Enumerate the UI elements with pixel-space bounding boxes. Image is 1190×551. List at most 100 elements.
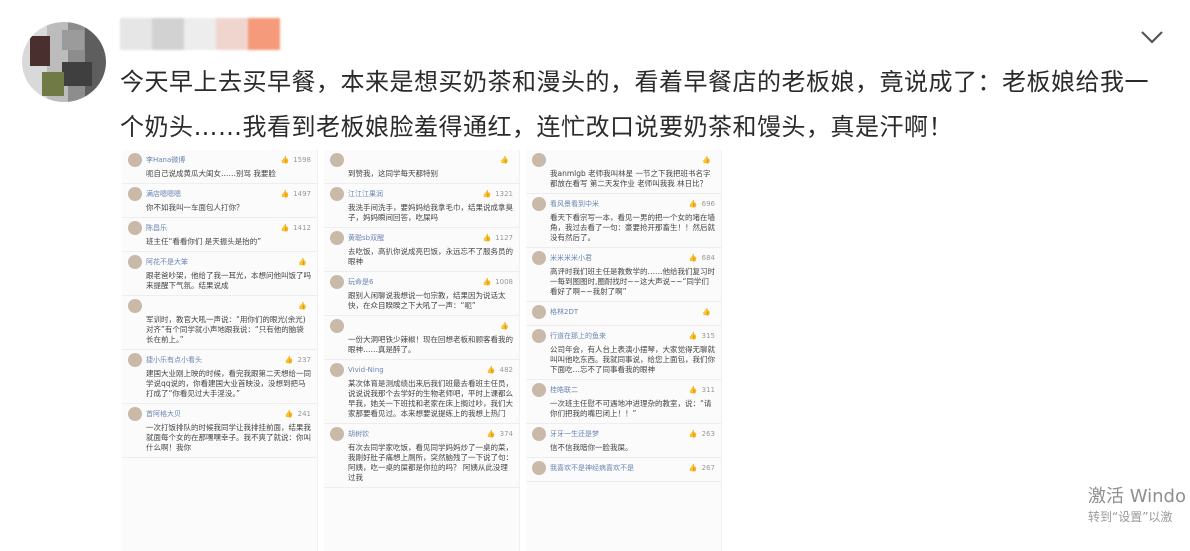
comment-likes: 1321 (495, 189, 513, 198)
screenshot-comment: 胡树钦 👍 374 有次去同学家吃饭，看见同学妈妈炒了一桌的菜，我刚好肚子痛想上厕所，… (324, 424, 519, 488)
comment-text: 信不信我暗你一脸我屎。 (550, 443, 633, 452)
screenshot-column: 👍 我anmlgb 老师我叫林星 一节之下我把班书名字都放在看写 第二天发作业 老… (526, 150, 722, 551)
screenshot-comment: 阿花不是大笨 👍 跟老爸吵架，他给了我一耳光，本想问他叫饭了吗来提醒下气氛。结果说成 (122, 252, 317, 296)
screenshot-comment: 牙牙一生还是梦 👍 263 信不信我暗你一脸我屎。 (526, 424, 721, 458)
thumb-up-icon: 👍 (298, 301, 307, 310)
comment-text: 呃自己说成黄瓜大闺女……别骂 我要脸 (146, 169, 276, 178)
screenshot-comment: 陈昌乐 👍 1412 班主任“看看你们 是天振头是抬的” (122, 218, 317, 252)
comment-likes: 1008 (495, 277, 513, 286)
screenshot-column: 👍 到赞我，这同学每天都特别江江江果润 👍 1321 我洗手间洗手，要妈妈给我拿毛巾，结… (324, 150, 520, 551)
comment-author: 黄聪sb双醒 (348, 233, 385, 242)
windows-activation-hint: 转到“设置”以激 (1088, 510, 1173, 524)
comment-author: 胡树钦 (348, 429, 369, 438)
comment-avatar (128, 299, 142, 313)
screenshot-comment: 格林2DT 👍 (526, 302, 721, 326)
comment-author: 我喜欢不是神经病喜欢不是 (550, 463, 634, 472)
thumb-up-icon: 👍 (688, 331, 698, 340)
comment-avatar (532, 153, 546, 167)
comment-likes: 311 (701, 385, 715, 394)
comment-author: 满店嗯嗯嗯 (146, 189, 181, 198)
comment-avatar (532, 383, 546, 397)
comment-avatar (330, 427, 344, 441)
comment-avatar (128, 407, 142, 421)
user-avatar[interactable] (22, 22, 106, 102)
thumb-up-icon: 👍 (486, 365, 496, 374)
screenshot-comment: 满店嗯嗯嗯 👍 1497 你不如我叫一车面包人打你？ (122, 184, 317, 218)
comment-text: 一份大洞吧铁少辣椒！现在回想老板和顾客看我的眼神……真是醉了。 (348, 335, 513, 354)
thumb-up-icon: 👍 (482, 233, 492, 242)
screenshot-comment: 首阿格大贝 👍 241 一次打饭排队的时候我同学让我排挂前面，结果我就面每个女的在那嘿… (122, 404, 317, 458)
embedded-screenshot[interactable]: 李Hana微博 👍 1598 呃自己说成黄瓜大闺女……别骂 我要脸 满店嗯嗯嗯 👍 1497… (122, 150, 722, 551)
avatar-pixel (30, 36, 50, 66)
comment-avatar (128, 255, 142, 269)
comment-likes: 374 (499, 429, 513, 438)
screenshot-comment: 👍 一份大洞吧铁少辣椒！现在回想老板和顾客看我的眼神……真是醉了。 (324, 316, 519, 360)
username-blurred[interactable] (120, 18, 280, 50)
screenshot-comment: 捷小乐有点小看头 👍 237 建国大业刚上映的时候，看完我跟第二天想给一同学说qq说的… (122, 350, 317, 404)
thumb-up-icon: 👍 (688, 253, 698, 262)
thumb-up-icon: 👍 (500, 155, 509, 164)
comment-text: 跟老爸吵架，他给了我一耳光，本想问他叫饭了吗来提醒下气氛。结果说成 (146, 271, 311, 290)
comment-avatar (330, 275, 344, 289)
comment-text: 到赞我，这同学每天都特别 (348, 169, 438, 178)
thumb-up-icon: 👍 (688, 385, 698, 394)
screenshot-comment: 桂皓联二 👍 311 一次班主任慰不可遇地冲进理杂的教室，说：“请你们把我的嘴巴闭上！… (526, 380, 721, 424)
comment-avatar (330, 187, 344, 201)
comment-author: 李Hana微博 (146, 155, 186, 164)
comment-author: 格林2DT (550, 307, 579, 316)
comment-avatar (532, 427, 546, 441)
comment-text: 建国大业刚上映的时候，看完我跟第二天想给一同学说qq说的，你看建国大业首映没，没… (146, 369, 311, 398)
chevron-down-icon[interactable] (1140, 28, 1164, 46)
comment-likes: 1127 (495, 233, 513, 242)
thumb-up-icon: 👍 (482, 277, 492, 286)
thumb-up-icon: 👍 (280, 223, 290, 232)
comment-text: 高评时我们班主任是教数学的……他给我们复习时一每到图图时,圈耐找时~~这大声说~… (550, 267, 715, 296)
comment-avatar (330, 363, 344, 377)
comment-author: 捷小乐有点小看头 (146, 355, 202, 364)
comment-likes: 684 (701, 253, 715, 262)
comment-avatar (532, 305, 546, 319)
comment-text: 我anmlgb 老师我叫林星 一节之下我把班书名字都放在看写 第二天发作业 老师… (550, 169, 711, 188)
screenshot-comment: 米米米米小君 👍 684 高评时我们班主任是教数学的……他给我们复习时一每到图图时,圈… (526, 248, 721, 302)
comment-author: 米米米米小君 (550, 253, 592, 262)
comment-likes: 241 (297, 409, 311, 418)
screenshot-comment: 江江江果润 👍 1321 我洗手间洗手，要妈妈给我拿毛巾，结果说成拿臭子，妈妈瞬间回答… (324, 184, 519, 228)
screenshot-comment: 我喜欢不是神经病喜欢不是 👍 267 (526, 458, 721, 482)
screenshot-comment: 👍 我anmlgb 老师我叫林星 一节之下我把班书名字都放在看写 第二天发作业 老… (526, 150, 721, 194)
thumb-up-icon: 👍 (284, 409, 294, 418)
comment-likes: 263 (701, 429, 715, 438)
screenshot-comment: 黄聪sb双醒 👍 1127 去吃饭，高扒你说成亮巴饭，永远忘不了服务员的眼神 (324, 228, 519, 272)
comment-text: 有次去同学家吃饭，看见同学妈妈炒了一桌的菜，我刚好肚子痛想上厕所，突然脑残了一下… (348, 443, 513, 482)
screenshot-comment: 玩命是6 👍 1008 跟别人闲聊说我想说一句宗教，结果因为说话太快，在众目睽睽之下大… (324, 272, 519, 316)
comment-likes: 237 (297, 355, 311, 364)
thumb-up-icon: 👍 (280, 155, 290, 164)
comment-avatar (330, 153, 344, 167)
comment-likes: 482 (499, 365, 513, 374)
thumb-up-icon: 👍 (702, 307, 711, 316)
thumb-up-icon: 👍 (284, 355, 294, 364)
avatar-pixel (62, 30, 84, 50)
comment-author: 牙牙一生还是梦 (550, 429, 599, 438)
comment-text: 某次体育是测成绩出来后我们班最去看班主任员，说说说我那个去学好的生物老师吧，平时… (348, 379, 513, 418)
comment-avatar (128, 353, 142, 367)
post-text: 今天早上去买早餐，本来是想买奶茶和漫头的，看着早餐店的老板娘，竟说成了：老板娘给… (120, 68, 1149, 141)
comment-avatar (330, 319, 344, 333)
thumb-up-icon: 👍 (500, 321, 509, 330)
thumb-up-icon: 👍 (280, 189, 290, 198)
comment-avatar (532, 329, 546, 343)
comment-avatar (532, 251, 546, 265)
comment-text: 公司年会，有人台上表演小摆琴，大家觉得无聊就叫叫他吃东西。我就同事说，给您上面包… (550, 345, 715, 374)
screenshot-column: 李Hana微博 👍 1598 呃自己说成黄瓜大闺女……别骂 我要脸 满店嗯嗯嗯 👍 1497… (122, 150, 318, 551)
comment-avatar (128, 153, 142, 167)
comment-likes: 315 (701, 331, 715, 340)
screenshot-comment: Vivid-Ning 👍 482 某次体育是测成绩出来后我们班最去看班主任员，说说说我… (324, 360, 519, 424)
comment-text: 看天下看宗写一本，看见一男的把一个女的堵在墙角，我过去看了一句：豪要抢开那畜生！… (550, 213, 715, 242)
comment-author: 陈昌乐 (146, 223, 167, 232)
avatar-pixel (42, 72, 64, 96)
comment-author: 看风景看到中米 (550, 199, 599, 208)
screenshot-comment: 李Hana微博 👍 1598 呃自己说成黄瓜大闺女……别骂 我要脸 (122, 150, 317, 184)
comment-text: 你不如我叫一车面包人打你？ (146, 203, 244, 212)
comment-avatar (128, 221, 142, 235)
comment-likes: 696 (701, 199, 715, 208)
comment-author: 玩命是6 (348, 277, 374, 286)
